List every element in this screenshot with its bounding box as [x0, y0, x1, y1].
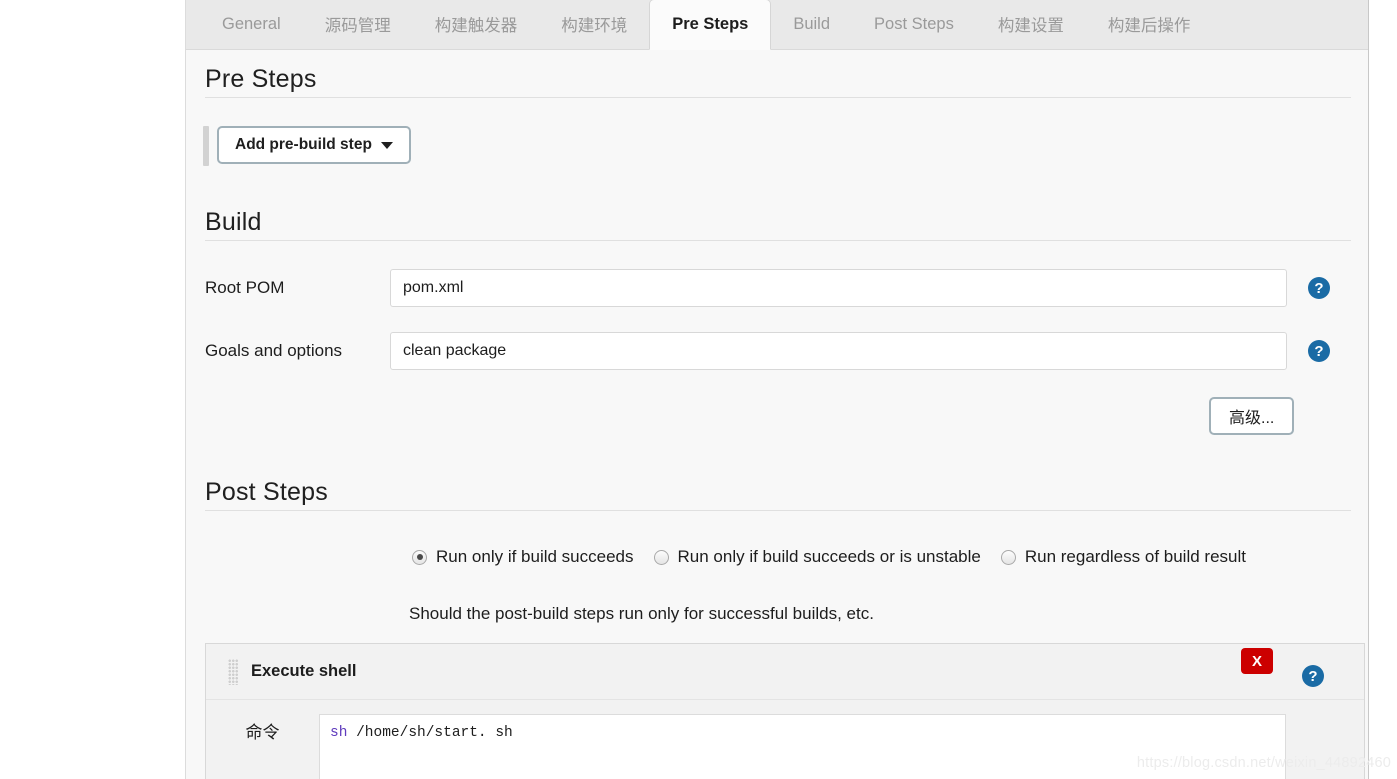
execute-shell-title: Execute shell [251, 662, 357, 680]
build-heading: Build [205, 208, 262, 236]
radio-option-run-if-succeeds-or-unstable[interactable]: Run only if build succeeds or is unstabl… [653, 547, 981, 567]
radio-label: Run regardless of build result [1024, 547, 1246, 566]
drag-handle-icon[interactable] [228, 658, 239, 685]
root-pom-input[interactable] [390, 269, 1287, 307]
build-divider [205, 240, 1351, 241]
help-icon[interactable]: ? [1302, 665, 1324, 687]
delete-step-label: X [1251, 652, 1262, 670]
goals-options-label: Goals and options [205, 341, 343, 360]
tab-label: General [222, 14, 281, 33]
post-steps-hint: Should the post-build steps run only for… [409, 604, 874, 623]
root-pom-label: Root POM [205, 278, 285, 297]
command-textarea[interactable]: sh /home/sh/start. sh [319, 714, 1286, 779]
execute-shell-step-panel: Execute shell X ? 命令 sh /home/sh/start. … [205, 643, 1365, 779]
delete-step-button[interactable]: X [1241, 648, 1273, 674]
tab-label: Pre Steps [672, 15, 749, 33]
tab-pre-steps[interactable]: Pre Steps [649, 0, 772, 50]
tab-label: 构建触发器 [434, 17, 518, 35]
radio-option-run-regardless[interactable]: Run regardless of build result [1000, 547, 1246, 567]
field-row-root-pom: Root POM ? [205, 269, 1351, 307]
tab-post-build-actions[interactable]: 构建后操作 [1086, 0, 1213, 49]
field-row-goals-options: Goals and options ? [205, 332, 1351, 370]
tab-build-settings[interactable]: 构建设置 [976, 0, 1086, 49]
radio-label: Run only if build succeeds [436, 547, 634, 566]
advanced-button[interactable]: 高级... [1209, 397, 1295, 435]
chevron-down-icon [380, 141, 393, 149]
execute-shell-body: 命令 sh /home/sh/start. sh [206, 700, 1364, 779]
add-pre-build-step-button[interactable]: Add pre-build step [217, 126, 411, 164]
goals-options-input[interactable] [390, 332, 1287, 370]
execute-shell-header: Execute shell X ? [206, 644, 1364, 700]
tab-label: Build [793, 14, 831, 33]
tab-general[interactable]: General [200, 0, 303, 49]
command-rest: /home/sh/start. sh [347, 725, 513, 741]
config-tab-bar: General 源码管理 构建触发器 构建环境 Pre Steps Build … [186, 0, 1368, 50]
pre-steps-divider [205, 97, 1351, 98]
help-icon[interactable]: ? [1308, 340, 1330, 362]
radio-button[interactable] [1000, 549, 1016, 565]
command-label: 命令 [245, 723, 280, 742]
tab-build-triggers[interactable]: 构建触发器 [413, 0, 540, 49]
tab-label: Post Steps [874, 14, 954, 33]
radio-button[interactable] [412, 549, 427, 565]
tab-label: 构建设置 [997, 17, 1064, 35]
radio-label: Run only if build succeeds or is unstabl… [677, 547, 981, 566]
command-keyword: sh [330, 725, 348, 741]
tab-build-environment[interactable]: 构建环境 [539, 0, 649, 49]
pre-steps-heading: Pre Steps [205, 65, 317, 93]
add-pre-build-step-accent-bar [203, 126, 209, 166]
tab-post-steps[interactable]: Post Steps [852, 0, 976, 49]
post-steps-divider [205, 510, 1351, 511]
post-steps-radio-group: Run only if build succeeds Run only if b… [412, 547, 1266, 567]
page-root: General 源码管理 构建触发器 构建环境 Pre Steps Build … [0, 0, 1397, 779]
radio-button[interactable] [653, 549, 669, 565]
radio-option-run-if-succeeds[interactable]: Run only if build succeeds [412, 547, 634, 567]
tab-source-management[interactable]: 源码管理 [303, 0, 413, 49]
add-pre-build-step-wrap: Add pre-build step [203, 126, 411, 166]
advanced-button-label: 高级... [1229, 410, 1275, 427]
tab-label: 构建环境 [561, 17, 628, 35]
add-pre-build-step-label: Add pre-build step [235, 136, 372, 153]
tab-build[interactable]: Build [771, 0, 852, 49]
post-steps-heading: Post Steps [205, 478, 328, 506]
help-icon[interactable]: ? [1308, 277, 1330, 299]
tab-label: 源码管理 [324, 17, 391, 35]
tab-label: 构建后操作 [1107, 17, 1191, 35]
